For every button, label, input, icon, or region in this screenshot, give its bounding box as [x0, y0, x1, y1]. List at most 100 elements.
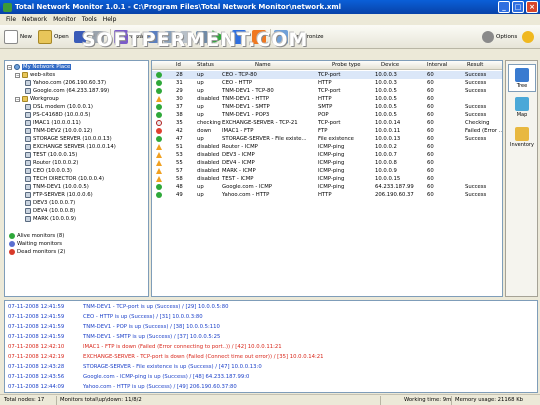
tree-node[interactable]: Router (10.0.0.2) — [25, 159, 78, 167]
cell-device: 64.233.187.99 — [375, 184, 414, 190]
tree-node[interactable]: Google.com (64.233.187.99) — [25, 87, 109, 95]
menu-file[interactable]: File — [6, 16, 16, 23]
inventory-view-button[interactable]: Inventory — [508, 124, 536, 152]
log-message: Yahoo.com - HTTP is up (Success) / [49] … — [83, 384, 237, 390]
cell-id: 58 — [176, 176, 183, 182]
cell-device: 10.0.0.5 — [375, 88, 397, 94]
menu-network[interactable]: Network — [22, 16, 47, 23]
close-button[interactable]: × — [526, 1, 538, 13]
inventory-icon — [515, 127, 529, 141]
table-row[interactable]: 58 disabled TEST - ICMP ICMP-ping 10.0.0.15 6… — [152, 175, 502, 183]
table-row[interactable]: 42 down IMAC1 - FTP FTP 10.0.0.11 60 Failed (E… — [152, 127, 502, 135]
options-button[interactable]: Options — [482, 28, 517, 46]
tree-alive-monitors[interactable]: Alive monitors (8) — [9, 232, 64, 240]
tree-node[interactable]: PS-C4168D (10.0.0.5) — [25, 111, 90, 119]
cell-name: CEO - TCP-80 — [222, 72, 257, 78]
maximize-button[interactable]: □ — [512, 1, 524, 13]
map-view-button[interactable]: Map — [508, 94, 536, 122]
status-divider — [56, 396, 57, 405]
open-button[interactable]: Open — [38, 28, 69, 46]
log-line: 07-11-2008 12:43:56 Google.com - ICMP-pin… — [8, 374, 249, 382]
tree-node-label: FTP-SERVER (10.0.0.6) — [33, 192, 93, 198]
tree-node[interactable]: CEO (10.0.0.3) — [25, 167, 72, 175]
log-timestamp: 07-11-2008 12:44:09 — [8, 384, 65, 390]
collapse-icon[interactable]: − — [15, 96, 20, 102]
table-row[interactable]: 51 disabled Router - ICMP ICMP-ping 10.0.0.2… — [152, 143, 502, 151]
cell-result: Success — [465, 80, 487, 86]
menu-monitor[interactable]: Monitor — [53, 16, 76, 23]
tree-node[interactable]: DEV3 (10.0.0.7) — [25, 199, 75, 207]
column-name[interactable]: Name — [255, 62, 271, 68]
column-device[interactable]: Device — [381, 62, 399, 68]
tree-node[interactable]: STORAGE SERVER (10.0.0.13) — [25, 135, 112, 143]
log-timestamp: 07-11-2008 12:41:59 — [8, 334, 65, 340]
help-button[interactable] — [522, 28, 534, 46]
tree-root[interactable]: − My Network Place — [7, 63, 72, 71]
table-row[interactable]: 47 up STORAGE-SERVER - File existe... File … — [152, 135, 502, 143]
new-button[interactable]: New — [4, 28, 32, 46]
tree-node[interactable]: TNM-DEV2 (10.0.0.12) — [25, 127, 92, 135]
computer-icon — [25, 144, 31, 150]
total-nodes: Total nodes: 17 — [4, 397, 45, 403]
table-row[interactable]: 30 disabled TNM-DEV1 - HTTP HTTP 10.0.0.5 60 — [152, 95, 502, 103]
column-id[interactable]: Id — [176, 62, 181, 68]
cell-device: 10.0.0.13 — [375, 136, 401, 142]
table-row[interactable]: 31 up CEO - HTTP HTTP 10.0.0.3 60 Success — [152, 79, 502, 87]
column-probe-type[interactable]: Probe type — [332, 62, 361, 68]
collapse-icon[interactable]: − — [15, 72, 20, 78]
tree-node[interactable]: DSL modem (10.0.0.1) — [25, 103, 93, 111]
status-down-icon — [156, 128, 162, 134]
cell-interval: 60 — [427, 104, 434, 110]
cell-probe-type: ICMP-ping — [318, 160, 345, 166]
computer-icon — [25, 128, 31, 134]
event-log[interactable]: 07-11-2008 12:41:59 TNM-DEV1 - TCP-port i… — [4, 300, 538, 393]
tree-node-label: Workgroup — [30, 96, 59, 102]
status-dis-icon — [156, 96, 162, 102]
menu-bar: File Network Monitor Tools Help — [0, 14, 540, 25]
tree-node[interactable]: Yahoo.com (206.190.60.37) — [25, 79, 106, 87]
table-row[interactable]: 55 disabled DEV4 - ICMP ICMP-ping 10.0.0.8 60 — [152, 159, 502, 167]
tree-node[interactable]: TECH DIRECTOR (10.0.0.4) — [25, 175, 104, 183]
tree-node[interactable]: FTP-SERVER (10.0.0.6) — [25, 191, 93, 199]
tree-node[interactable]: TNM-DEV1 (10.0.0.5) — [25, 183, 89, 191]
table-row[interactable]: 49 up Yahoo.com - HTTP HTTP 206.190.60.37 60 S… — [152, 191, 502, 199]
tree-node[interactable]: TEST (10.0.0.15) — [25, 151, 77, 159]
cell-id: 53 — [176, 152, 183, 158]
tree-node[interactable]: MARK (10.0.0.9) — [25, 215, 76, 223]
tree-view-button[interactable]: Tree — [508, 64, 536, 92]
table-row[interactable]: 37 up TNM-DEV1 - SMTP SMTP 10.0.0.5 60 Success — [152, 103, 502, 111]
minimize-button[interactable]: _ — [498, 1, 510, 13]
column-interval[interactable]: Interval — [427, 62, 447, 68]
cell-id: 47 — [176, 136, 183, 142]
table-row[interactable]: 53 disabled DEV3 - ICMP ICMP-ping 10.0.0.7 60 — [152, 151, 502, 159]
tree-node[interactable]: EXCHANGE SERVER (10.0.0.14) — [25, 143, 116, 151]
tree-group[interactable]: − Workgroup — [15, 95, 59, 103]
table-row[interactable]: 29 up TNM-DEV1 - TCP-80 TCP-port 10.0.0.5 60 S… — [152, 87, 502, 95]
cell-interval: 60 — [427, 72, 434, 78]
tree-group[interactable]: − web-sites — [15, 71, 55, 79]
tree-node[interactable]: DEV4 (10.0.0.8) — [25, 207, 75, 215]
menu-help[interactable]: Help — [103, 16, 117, 23]
cell-probe-type: FTP — [318, 128, 328, 134]
column-result[interactable]: Result — [467, 62, 483, 68]
column-status[interactable]: Status — [197, 62, 214, 68]
table-row[interactable]: 28 up CEO - TCP-80 TCP-port 10.0.0.3 60 Succes… — [152, 71, 502, 79]
table-row[interactable]: 38 up TNM-DEV1 - POP3 POP 10.0.0.5 60 Success — [152, 111, 502, 119]
table-row[interactable]: 35 checking EXCHANGE-SERVER - TCP-21 TCP-po… — [152, 119, 502, 127]
status-up-icon — [156, 88, 162, 94]
tree-node-label: web-sites — [30, 72, 56, 78]
table-row[interactable]: 57 disabled MARK - ICMP ICMP-ping 10.0.0.9 60 — [152, 167, 502, 175]
collapse-icon[interactable]: − — [7, 64, 12, 70]
tree-node-label: MARK (10.0.0.9) — [33, 216, 77, 222]
cell-device: 10.0.0.2 — [375, 144, 397, 150]
status-dis-icon — [156, 168, 162, 174]
network-tree[interactable]: − My Network Place − web-sites Yahoo.com (… — [4, 60, 149, 297]
cell-device: 10.0.0.5 — [375, 112, 397, 118]
menu-tools[interactable]: Tools — [82, 16, 97, 23]
tree-waiting-monitors[interactable]: Waiting monitors — [9, 240, 62, 248]
tree-node[interactable]: IMAC1 (10.0.0.11) — [25, 119, 81, 127]
tree-dead-monitors[interactable]: Dead monitors (2) — [9, 248, 65, 256]
log-timestamp: 07-11-2008 12:43:28 — [8, 364, 65, 370]
table-row[interactable]: 48 up Google.com - ICMP ICMP-ping 64.233.187… — [152, 183, 502, 191]
computer-icon — [25, 80, 31, 86]
